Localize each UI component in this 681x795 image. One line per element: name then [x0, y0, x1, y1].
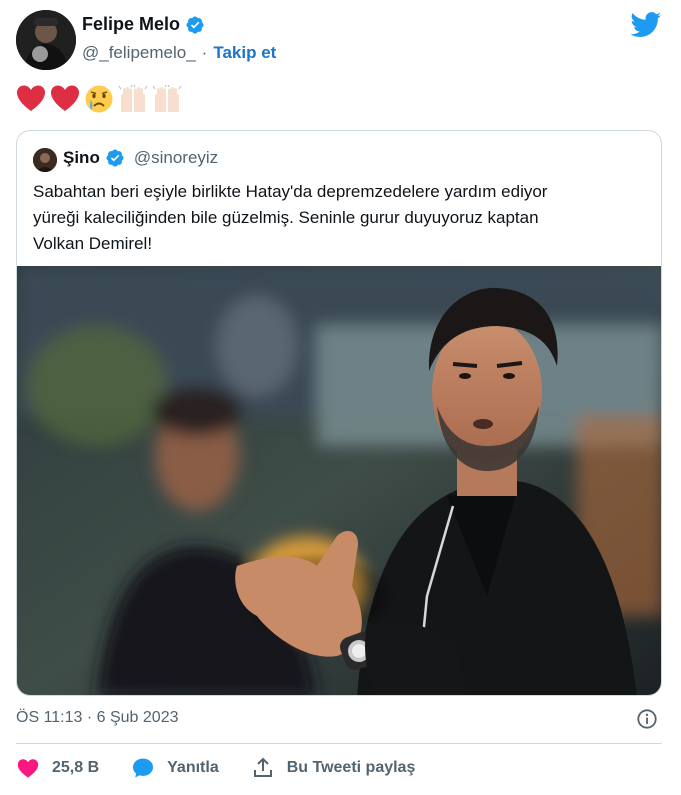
crying-face-emoji-icon: [84, 84, 114, 114]
raising-hands-emoji-icon: [152, 84, 182, 114]
divider: [16, 743, 662, 744]
share-button[interactable]: Bu Tweeti paylaş: [251, 756, 416, 780]
red-heart-emoji-icon: [50, 84, 80, 114]
author-handle[interactable]: @_felipemelo_: [82, 43, 196, 63]
share-label: Bu Tweeti paylaş: [286, 759, 416, 776]
verified-badge-icon: [185, 15, 205, 35]
heart-icon: [17, 759, 39, 778]
quoted-tweet-photo[interactable]: [17, 266, 661, 695]
tweet-embed: Felipe Melo @_felipemelo_ · Takip et Şin…: [0, 0, 681, 795]
raising-hands-emoji-icon: [118, 84, 148, 114]
red-heart-emoji-icon: [16, 84, 46, 114]
author-name-row: Felipe Melo: [82, 14, 205, 35]
emoji-row: [16, 84, 182, 114]
author-avatar[interactable]: [16, 10, 76, 70]
quoted-tweet-text: Sabahtan beri eşiyle birlikte Hatay'da d…: [33, 179, 643, 257]
tweet-timestamp[interactable]: ÖS 11:13 · 6 Şub 2023: [16, 709, 178, 727]
like-count: 25,8 B: [52, 759, 100, 776]
quoted-author-handle[interactable]: @sinoreyiz: [134, 148, 218, 168]
quoted-text-line: Sabahtan beri eşiyle birlikte Hatay'da d…: [33, 182, 548, 201]
twitter-bird-icon[interactable]: [630, 12, 662, 38]
share-upload-icon: [253, 757, 272, 777]
quoted-author-avatar[interactable]: [33, 148, 57, 172]
quoted-author-name[interactable]: Şino: [63, 148, 100, 168]
author-handle-row: @_felipemelo_ · Takip et: [82, 43, 276, 63]
quoted-tweet[interactable]: Şino @sinoreyiz Sabahtan beri eşiyle bir…: [16, 130, 662, 696]
info-icon[interactable]: [636, 708, 658, 730]
separator-dot: ·: [201, 43, 208, 62]
like-button[interactable]: 25,8 B: [16, 756, 99, 780]
speech-bubble-icon: [133, 758, 154, 778]
reply-button[interactable]: Yanıtla: [131, 756, 219, 780]
follow-button[interactable]: Takip et: [213, 43, 276, 63]
verified-badge-icon: [105, 148, 125, 168]
reply-label: Yanıtla: [167, 759, 219, 776]
quoted-author-row: Şino @sinoreyiz: [63, 148, 218, 168]
author-name[interactable]: Felipe Melo: [82, 14, 180, 35]
quoted-text-line: yüreği kaleciliğinden bile güzelmiş. Sen…: [33, 208, 539, 227]
action-bar: 25,8 B Yanıtla Bu Tweeti paylaş: [16, 756, 447, 780]
quoted-text-line: Volkan Demirel!: [33, 234, 153, 253]
